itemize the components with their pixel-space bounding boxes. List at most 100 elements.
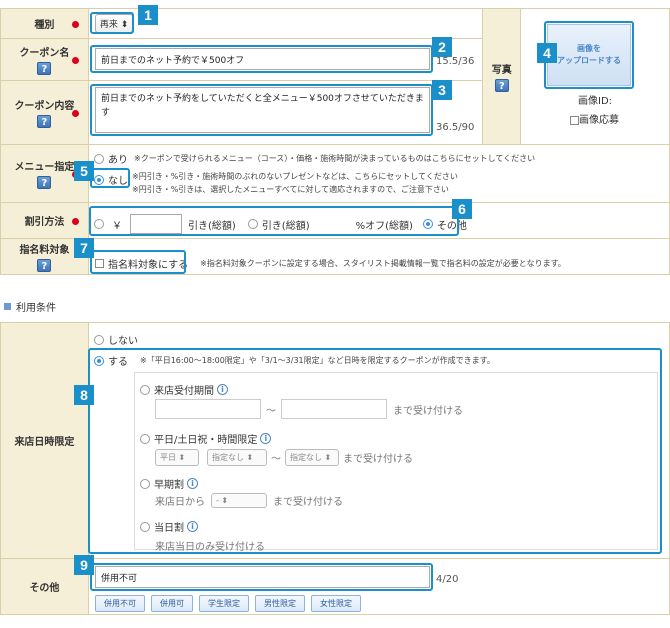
time-tilde: ～ (271, 454, 281, 465)
discount-label: 割引方法 (24, 217, 65, 228)
visit-limit-no-radio[interactable] (94, 334, 104, 345)
visit-limit-no-row[interactable]: しない (94, 332, 138, 347)
coupon-content-label: クーポン内容 (14, 101, 75, 112)
time-end-select[interactable]: 指定なし ⬍ (285, 449, 339, 466)
step-badge: 9 (74, 555, 94, 575)
preset-button[interactable]: 併用不可 (95, 595, 145, 612)
menu-spec-no-note1: ※円引き・%引き・施術時間のぶれのないプレゼントなどは、こちらにセットしてくださ… (132, 172, 458, 181)
info-icon[interactable]: i (217, 384, 228, 395)
sameday-label: 当日割 (154, 523, 184, 534)
coupon-name-label-cell: クーポン名 ? (0, 38, 89, 81)
preset-button[interactable]: 女性限定 (311, 595, 361, 612)
sameday-note: 来店当日のみ受け付ける (155, 542, 265, 553)
section-title: 利用条件 (4, 299, 56, 314)
visit-limit-label: 来店日時限定 (14, 437, 75, 448)
time-end-value: 指定なし (290, 453, 322, 462)
help-icon[interactable]: ? (37, 259, 52, 272)
other-input[interactable]: 併用不可 (95, 566, 430, 588)
nomination-checkbox[interactable] (95, 259, 104, 268)
menu-spec-yes-radio[interactable] (94, 153, 104, 164)
help-icon[interactable]: ? (37, 176, 52, 189)
menu-spec-no-radio[interactable] (94, 174, 104, 185)
early-row[interactable]: 早期割 i (140, 476, 198, 491)
help-icon[interactable]: ? (37, 115, 52, 128)
visit-limit-label-cell: 来店日時限定 (0, 322, 89, 559)
discount-percent-radio[interactable] (247, 219, 258, 229)
early-radio[interactable] (140, 478, 150, 489)
period-suffix: まで受け付ける (393, 405, 463, 417)
other-preset-buttons: 併用不可 併用可 学生限定 男性限定 女性限定 (95, 595, 367, 612)
kind-select[interactable]: 再来 ⬍ (94, 14, 134, 33)
kind-label-cell: 種別 (0, 8, 89, 39)
weekday-radio[interactable] (140, 433, 150, 444)
nomination-checkbox-label: 指名料対象にする (108, 260, 189, 271)
image-upload-button[interactable]: 画像を アップロードする (547, 24, 631, 86)
info-icon[interactable]: i (260, 433, 272, 444)
upload-line1: 画像を (577, 44, 601, 53)
period-label: 来店受付期間 (154, 386, 214, 397)
step-badge: 6 (452, 199, 472, 219)
period-radio[interactable] (140, 384, 150, 395)
preset-button[interactable]: 学生限定 (199, 595, 249, 612)
nomination-label: 指名料対象 (19, 245, 70, 256)
discount-percent-input[interactable] (313, 214, 352, 234)
menu-spec-no-row[interactable]: なし (94, 172, 128, 187)
step-badge: 3 (432, 80, 452, 100)
step-badge: 8 (74, 385, 94, 405)
preset-button[interactable]: 併用可 (151, 595, 193, 612)
early-label: 早期割 (154, 480, 184, 491)
discount-opt2: 引き(総額) (261, 220, 310, 232)
early-prefix: 来店日から (155, 497, 205, 508)
discount-yen-sign: ￥ (112, 220, 122, 232)
required-dot (71, 56, 79, 64)
required-dot (71, 20, 79, 28)
period-start-input[interactable] (155, 399, 261, 419)
weekday-row[interactable]: 平日/土日祝・時間限定 i (140, 431, 272, 446)
early-select[interactable]: - ⬍ (211, 493, 267, 508)
visit-limit-yes-note: ※「平日16:00～18:00限定」や「3/1～3/31限定」など日時を限定する… (140, 356, 495, 365)
required-dot (71, 109, 79, 117)
coupon-name-label: クーポン名 (19, 48, 70, 59)
time-start-value: 指定なし (212, 453, 244, 462)
sameday-row[interactable]: 当日割 i (140, 519, 198, 534)
weekday-select[interactable]: 平日 ⬍ (155, 449, 199, 466)
info-icon[interactable]: i (187, 521, 198, 532)
help-icon[interactable]: ? (494, 79, 509, 92)
visit-limit-yes-radio[interactable] (94, 355, 104, 366)
image-apply-row[interactable]: 画像応募 (570, 111, 619, 126)
weekday-label: 平日/土日祝・時間限定 (154, 435, 258, 446)
preset-button[interactable]: 男性限定 (255, 595, 305, 612)
time-suffix: まで受け付ける (343, 454, 413, 465)
menu-spec-yes-note: ※クーポンで受けられるメニュー（コース）・価格・施術時間が決まっているものはこち… (134, 154, 536, 163)
visit-limit-yes-row[interactable]: する ※「平日16:00～18:00限定」や「3/1～3/31限定」など日時を限… (94, 353, 495, 368)
period-row[interactable]: 来店受付期間 i (140, 382, 228, 397)
discount-yen-input[interactable] (130, 214, 182, 234)
step-badge: 4 (537, 43, 557, 63)
image-apply-checkbox[interactable] (570, 115, 579, 125)
discount-yen-suffix: 引き(総額) (188, 220, 236, 232)
other-counter: 4/20 (436, 574, 459, 585)
discount-other-radio[interactable] (422, 219, 433, 229)
menu-spec-yes-label: あり (108, 155, 128, 166)
discount-yen-radio[interactable] (94, 219, 104, 229)
image-id-label: 画像ID: (578, 96, 613, 107)
visit-limit-yes-label: する (108, 357, 128, 368)
menu-spec-yes-row[interactable]: あり ※クーポンで受けられるメニュー（コース）・価格・施術時間が決まっているもの… (94, 151, 535, 166)
menu-spec-no-note2: ※円引き・%引きは、選択したメニューすべてに対して適応されますので、ご注意下さい (132, 185, 449, 194)
sameday-radio[interactable] (140, 521, 150, 532)
section-title-text: 利用条件 (16, 303, 56, 314)
coupon-content-textarea[interactable]: 前日までのネット予約をしていただくと全メニュー￥500オフさせていただきます (95, 87, 430, 133)
info-icon[interactable]: i (187, 478, 198, 489)
coupon-content-counter: 36.5/90 (436, 122, 475, 133)
kind-label: 種別 (34, 20, 55, 31)
time-start-select[interactable]: 指定なし ⬍ (207, 449, 267, 466)
period-end-input[interactable] (281, 399, 387, 419)
visit-limit-no-label: しない (108, 336, 138, 347)
image-apply-label: 画像応募 (579, 115, 619, 126)
coupon-name-input[interactable]: 前日までのネット予約で￥500オフ (95, 48, 430, 70)
required-dot (71, 217, 79, 225)
early-suffix: まで受け付ける (273, 497, 343, 508)
period-tilde: ～ (266, 405, 276, 417)
help-icon[interactable]: ? (37, 62, 52, 75)
step-badge: 7 (74, 238, 94, 258)
